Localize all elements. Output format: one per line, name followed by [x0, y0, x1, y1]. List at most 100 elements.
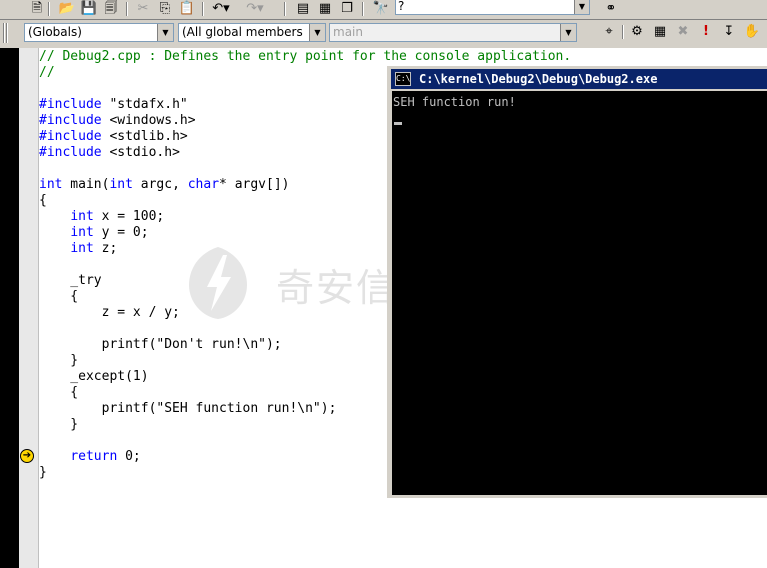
- stop-build-icon[interactable]: ✖: [674, 24, 692, 40]
- code-line: int x = 100;: [39, 209, 164, 225]
- chevron-down-icon[interactable]: ▼: [560, 24, 576, 41]
- function-combo-value: main: [333, 25, 363, 39]
- code-token: <stdlib.h>: [101, 129, 188, 144]
- open-icon[interactable]: 📂: [58, 1, 76, 17]
- toolbar-grip: [3, 23, 5, 43]
- code-line: {: [39, 385, 78, 401]
- editor-gutter[interactable]: [19, 48, 39, 568]
- toolbar-separator: [622, 25, 624, 39]
- paste-icon[interactable]: 📋: [178, 1, 196, 17]
- code-line: int main(int argc, char* argv[]): [39, 177, 290, 193]
- console-title: C:\kernel\Debug2\Debug\Debug2.exe: [419, 72, 658, 86]
- code-token: {: [39, 193, 47, 208]
- code-token: #include: [39, 113, 102, 128]
- code-line: _try: [39, 273, 102, 289]
- code-token: #include: [39, 129, 102, 144]
- code-token: return: [70, 449, 118, 464]
- code-token: 0;: [117, 449, 141, 464]
- build-icon[interactable]: ▦: [651, 24, 669, 40]
- insert-breakpoint-icon[interactable]: ↧: [720, 24, 738, 40]
- new-text-file-icon[interactable]: 🗎: [28, 1, 46, 17]
- code-line: {: [39, 289, 78, 305]
- code-line: int z;: [39, 241, 117, 257]
- code-line: }: [39, 353, 78, 369]
- code-token: #include: [39, 145, 102, 160]
- toolbar-separator: [126, 2, 128, 16]
- standard-toolbar: 🗎 📂 💾 🗐 ✂ ⎘ 📋 ↶▾ ↷▾ ▤ ▦ ❐ 🔭 ? ▼ ⚭: [0, 0, 767, 20]
- code-token: int: [109, 177, 133, 192]
- code-line: return 0;: [39, 449, 141, 465]
- go-icon[interactable]: ✋: [743, 24, 761, 40]
- undo-icon[interactable]: ↶▾: [212, 1, 230, 17]
- find-combo-value: ?: [398, 0, 405, 13]
- workspace-icon[interactable]: ▤: [294, 1, 312, 17]
- toolbar-separator: [284, 2, 286, 16]
- chevron-down-icon[interactable]: ▼: [574, 0, 589, 14]
- toolbar-separator: [48, 2, 50, 16]
- chevron-down-icon[interactable]: ▼: [157, 24, 173, 41]
- copy-icon[interactable]: ⎘: [156, 1, 174, 17]
- code-token: argc,: [132, 177, 188, 192]
- code-token: int: [70, 241, 94, 256]
- compile-icon[interactable]: ⚙: [628, 24, 646, 40]
- scope-combo[interactable]: (Globals) ▼: [24, 23, 174, 42]
- code-token: "stdafx.h": [101, 97, 188, 112]
- code-token: <stdio.h>: [101, 145, 180, 160]
- toolbar-grip: [6, 23, 8, 43]
- code-token: <windows.h>: [101, 113, 196, 128]
- members-combo[interactable]: (All global members ▼: [178, 23, 326, 42]
- code-line: #include <windows.h>: [39, 113, 196, 129]
- chevron-down-icon[interactable]: ▼: [309, 24, 325, 41]
- code-token: //: [39, 65, 55, 80]
- code-line: // Debug2.cpp : Defines the entry point …: [39, 49, 571, 65]
- code-token: // Debug2.cpp : Defines the entry point …: [39, 49, 572, 64]
- code-line: //: [39, 65, 55, 81]
- save-all-icon[interactable]: 🗐: [102, 1, 120, 17]
- code-line: _except(1): [39, 369, 148, 385]
- scope-combo-value: (Globals): [28, 25, 82, 39]
- code-token: }: [39, 465, 47, 480]
- code-line: printf("Don't run!\n");: [39, 337, 282, 353]
- console-window[interactable]: C:\ C:\kernel\Debug2\Debug\Debug2.exe SE…: [387, 66, 767, 498]
- code-token: * argv[]): [219, 177, 290, 192]
- code-token: }: [39, 353, 79, 368]
- code-token: _try: [39, 273, 102, 288]
- code-line: #include <stdio.h>: [39, 145, 180, 161]
- find-in-files-icon[interactable]: 🔭: [372, 1, 390, 17]
- wizard-icon[interactable]: ⌖: [600, 24, 618, 40]
- code-line: {: [39, 193, 47, 209]
- code-token: z;: [93, 241, 118, 256]
- save-icon[interactable]: 💾: [80, 1, 98, 17]
- code-line: }: [39, 417, 78, 433]
- console-app-icon[interactable]: C:\: [395, 72, 411, 86]
- code-line: #include "stdafx.h": [39, 97, 188, 113]
- execute-icon[interactable]: !: [697, 24, 715, 40]
- output-icon[interactable]: ▦: [316, 1, 334, 17]
- code-token: #include: [39, 97, 102, 112]
- console-titlebar[interactable]: C:\ C:\kernel\Debug2\Debug\Debug2.exe: [391, 69, 767, 89]
- find-combo[interactable]: ? ▼: [395, 0, 590, 15]
- toolbar-separator: [202, 2, 204, 16]
- redo-icon[interactable]: ↷▾: [246, 1, 264, 17]
- code-token: z = x / y;: [39, 305, 180, 320]
- function-combo[interactable]: main ▼: [329, 23, 577, 42]
- code-line: int y = 0;: [39, 225, 148, 241]
- binoculars-icon[interactable]: ⚭: [602, 1, 620, 17]
- code-token: x = 100;: [93, 209, 165, 224]
- workspace-pane-edge: [0, 48, 19, 568]
- code-token: int: [70, 225, 94, 240]
- code-token: char: [187, 177, 220, 192]
- code-line: z = x / y;: [39, 305, 180, 321]
- code-token: int: [39, 177, 63, 192]
- code-line: }: [39, 465, 47, 481]
- console-output-area[interactable]: SEH function run!: [392, 91, 767, 495]
- watermark-logo-icon: [189, 247, 247, 319]
- code-token: printf("SEH function run!\n");: [39, 401, 337, 416]
- cut-icon[interactable]: ✂: [134, 1, 152, 17]
- toolbar-separator: [362, 2, 364, 16]
- window-list-icon[interactable]: ❐: [338, 1, 356, 17]
